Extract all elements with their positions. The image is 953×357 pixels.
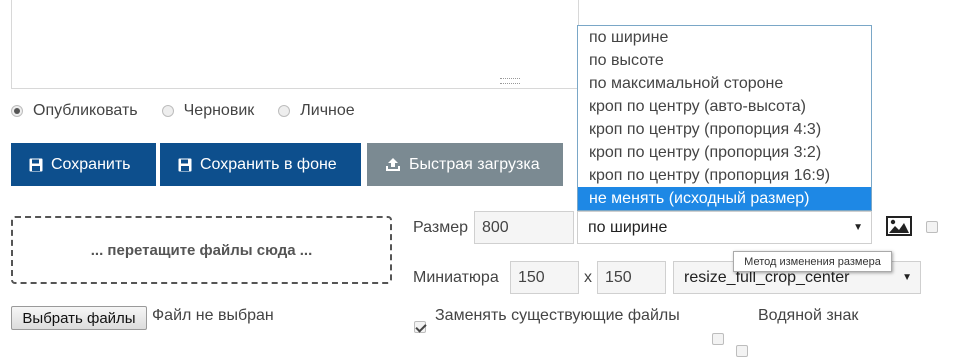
save-background-button[interactable]: Сохранить в фоне [160,143,361,186]
extra-option-checkbox[interactable] [712,333,724,345]
content-textarea[interactable] [11,0,579,89]
save-button[interactable]: Сохранить [11,143,156,186]
radio-private-dot[interactable] [278,105,291,117]
floppy-disk-icon [29,158,43,171]
radio-publish[interactable]: Опубликовать [11,102,138,120]
quick-upload-button-label: Быстрая загрузка [409,155,540,173]
dropdown-option[interactable]: кроп по центру (пропорция 3:2) [578,141,871,164]
chevron-down-icon: ▼ [853,222,863,233]
dropdown-option[interactable]: кроп по центру (пропорция 4:3) [578,118,871,141]
thumbnail-height-input[interactable]: 150 [597,261,666,294]
watermark-label: Водяной знак [758,307,859,324]
dropdown-option[interactable]: по высоте [578,49,871,72]
radio-private-label: Личное [300,102,355,119]
thumbnail-width-input[interactable]: 150 [510,261,579,294]
radio-draft-dot[interactable] [161,105,174,117]
status-radio-group: Опубликовать Черновик Личное [11,100,379,122]
dropzone-text: ... перетащите файлы сюда ... [90,241,313,259]
dropdown-option[interactable]: кроп по центру (пропорция 16:9) [578,164,871,187]
file-status-text: Файл не выбран [152,307,274,324]
save-button-label: Сохранить [51,155,131,173]
image-icon[interactable] [886,216,912,236]
radio-publish-dot[interactable] [11,105,23,117]
resize-mode-dropdown-list[interactable]: по ширине по высоте по максимальной стор… [577,25,872,211]
radio-draft-label: Черновик [183,102,255,119]
dropdown-option[interactable]: по ширине [578,26,871,49]
size-label: Размер [413,219,468,236]
radio-private[interactable]: Личное [278,102,355,120]
resize-mode-tooltip: Метод изменения размера [733,251,892,272]
floppy-disk-icon [178,158,192,171]
textarea-resize-handle[interactable] [500,78,520,84]
choose-files-button[interactable]: Выбрать файлы [11,306,147,330]
radio-draft[interactable]: Черновик [161,102,255,120]
dropdown-option[interactable]: кроп по центру (авто-высота) [578,95,871,118]
image-option-checkbox[interactable] [926,221,938,233]
dropdown-option[interactable]: по максимальной стороне [578,72,871,95]
radio-publish-label: Опубликовать [33,102,138,119]
quick-upload-button[interactable]: Быстрая загрузка [367,143,563,186]
upload-icon [386,157,400,171]
watermark-checkbox[interactable] [736,345,748,357]
thumbnail-label: Миниатюра [413,269,499,286]
replace-files-label: Заменять существующие файлы [435,307,680,324]
dropdown-option-highlighted[interactable]: не менять (исходный размер) [578,187,871,210]
resize-mode-select[interactable]: по ширине ▼ [577,211,872,244]
resize-mode-selected: по ширине [588,218,668,236]
size-input[interactable]: 800 [474,211,574,244]
chevron-down-icon: ▼ [902,272,912,283]
file-dropzone[interactable]: ... перетащите файлы сюда ... [11,216,392,284]
thumbnail-separator: x [584,269,592,286]
save-background-button-label: Сохранить в фоне [200,155,337,173]
replace-files-checkbox[interactable] [414,321,426,333]
